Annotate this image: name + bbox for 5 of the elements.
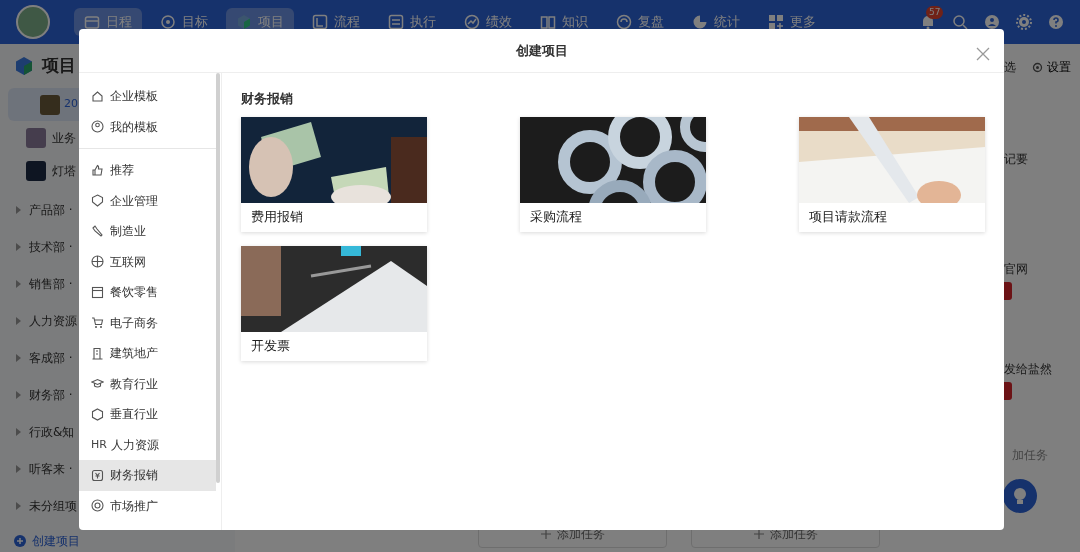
- section-title: 财务报销: [241, 90, 294, 108]
- hr-icon: HR: [91, 436, 105, 453]
- sidebar-title: 项目: [42, 54, 76, 78]
- notification-badge: 57: [926, 6, 944, 19]
- dialog-title: 创建项目: [515, 41, 568, 60]
